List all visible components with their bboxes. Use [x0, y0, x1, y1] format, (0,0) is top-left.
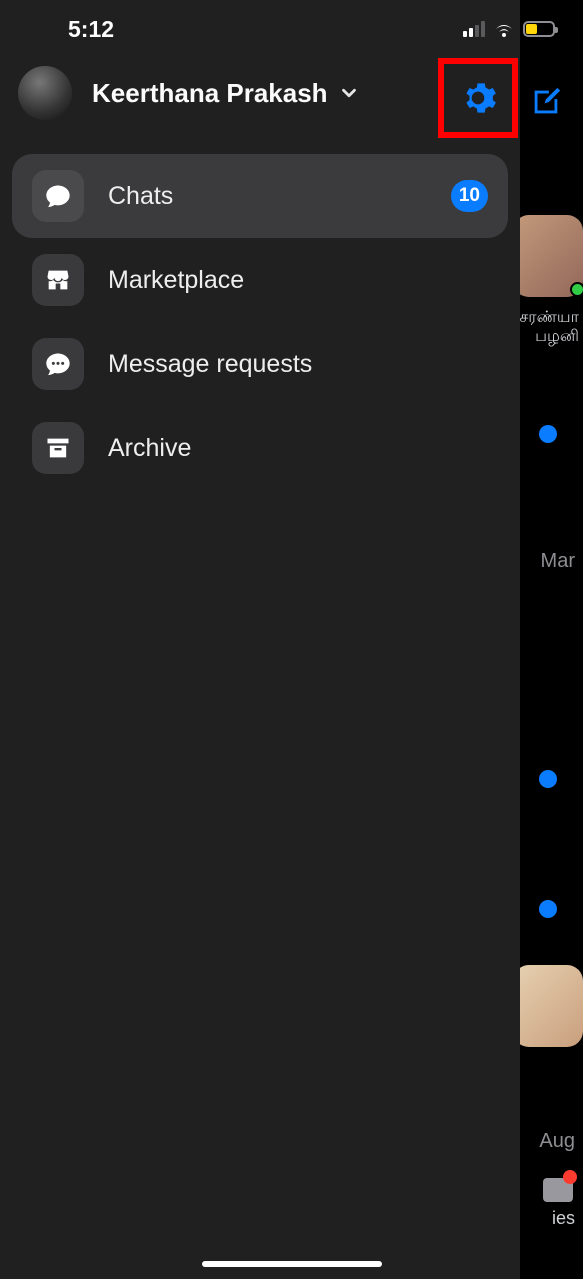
underlying-chat-list: சரண்யாபழனி Mar Aug ies	[511, 0, 583, 1279]
status-time: 5:12	[68, 16, 114, 43]
archive-icon	[32, 422, 84, 474]
compose-icon	[529, 85, 563, 119]
chats-icon	[32, 170, 84, 222]
chevron-down-icon	[338, 82, 360, 104]
navigation-drawer: Keerthana Prakash Chats 10 Marketplace	[0, 0, 520, 1279]
unread-count-badge: 10	[451, 180, 488, 212]
home-indicator	[202, 1261, 382, 1267]
avatar[interactable]	[18, 66, 72, 120]
menu-label: Marketplace	[108, 266, 244, 295]
menu-label: Archive	[108, 434, 191, 463]
cellular-signal-icon	[463, 21, 485, 37]
unread-dot-icon	[539, 425, 557, 443]
drawer-menu: Chats 10 Marketplace Message requests	[12, 154, 508, 490]
date-fragment: Mar	[541, 550, 575, 573]
menu-item-message-requests[interactable]: Message requests	[12, 322, 508, 406]
account-switcher[interactable]: Keerthana Prakash	[92, 78, 360, 109]
compose-button[interactable]	[529, 85, 563, 119]
gear-icon	[459, 79, 497, 117]
settings-highlight	[438, 58, 518, 138]
menu-label: Chats	[108, 182, 173, 211]
message-requests-icon	[32, 338, 84, 390]
wifi-icon	[493, 21, 515, 37]
unread-dot-icon	[539, 770, 557, 788]
status-bar: 5:12	[0, 0, 583, 58]
online-indicator-icon	[570, 282, 583, 297]
settings-button[interactable]	[459, 79, 497, 117]
story-avatar[interactable]	[513, 965, 583, 1047]
username-label: Keerthana Prakash	[92, 78, 328, 109]
unread-dot-icon	[539, 900, 557, 918]
story-name: சரண்யாபழனி	[519, 308, 579, 346]
menu-item-chats[interactable]: Chats 10	[12, 154, 508, 238]
menu-item-marketplace[interactable]: Marketplace	[12, 238, 508, 322]
tab-label-fragment: ies	[552, 1208, 575, 1229]
notification-dot-icon	[563, 1170, 577, 1184]
battery-icon	[523, 21, 555, 37]
marketplace-icon	[32, 254, 84, 306]
menu-item-archive[interactable]: Archive	[12, 406, 508, 490]
date-fragment: Aug	[539, 1130, 575, 1153]
menu-label: Message requests	[108, 350, 312, 379]
